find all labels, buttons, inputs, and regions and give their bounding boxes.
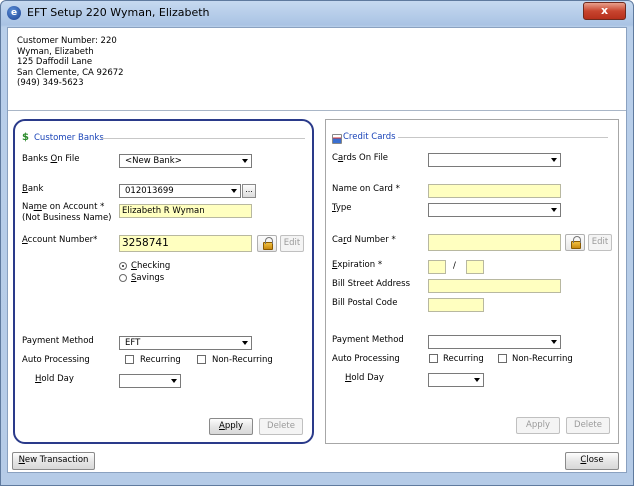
card-type-label: Type bbox=[332, 203, 352, 213]
credit-cards-panel: Credit Cards Cards On File Name on Card … bbox=[325, 119, 619, 444]
new-transaction-button[interactable]: New Transaction bbox=[12, 452, 95, 470]
credit-card-icon bbox=[332, 134, 342, 144]
card-payment-method-select[interactable] bbox=[428, 335, 561, 349]
close-button[interactable]: Close bbox=[565, 452, 619, 470]
cards-on-file-select[interactable] bbox=[428, 153, 561, 167]
title-bar[interactable]: e EFT Setup 220 Wyman, Elizabeth x bbox=[1, 1, 633, 25]
name-on-account-label: Name on Account * bbox=[22, 202, 105, 212]
lock-icon bbox=[263, 237, 273, 250]
unlock-card-button[interactable] bbox=[565, 234, 585, 251]
customer-banks-title: Customer Banks bbox=[34, 133, 104, 143]
savings-label: Savings bbox=[131, 273, 165, 283]
apply-bank-button[interactable]: Apply bbox=[209, 418, 253, 435]
customer-phone: (949) 349-5623 bbox=[17, 78, 84, 88]
card-number-label: Card Number * bbox=[332, 235, 396, 245]
card-hold-day-select[interactable] bbox=[428, 373, 484, 387]
group-divider bbox=[101, 138, 305, 139]
card-non-recurring-label: Non-Recurring bbox=[512, 354, 573, 364]
apply-card-button[interactable]: Apply bbox=[516, 417, 560, 434]
expiration-separator: / bbox=[453, 261, 456, 271]
credit-cards-title: Credit Cards bbox=[343, 132, 396, 142]
edit-account-button[interactable]: Edit bbox=[280, 235, 304, 252]
app-icon: e bbox=[7, 6, 21, 20]
customer-banks-panel: $ Customer Banks Banks On File <New Bank… bbox=[13, 119, 314, 444]
chevron-down-icon bbox=[551, 340, 557, 344]
card-recurring-checkbox[interactable] bbox=[429, 354, 438, 363]
name-on-account-input[interactable]: Elizabeth R Wyman bbox=[119, 204, 252, 218]
name-on-card-input[interactable] bbox=[428, 184, 561, 198]
bank-select[interactable]: 012013699 bbox=[119, 184, 241, 198]
hold-day-select[interactable] bbox=[119, 374, 181, 388]
savings-radio[interactable] bbox=[119, 274, 127, 282]
customer-number: Customer Number: 220 bbox=[17, 36, 117, 46]
eft-setup-window: e EFT Setup 220 Wyman, Elizabeth x Custo… bbox=[0, 0, 634, 486]
dialog-body: Customer Number: 220 Wyman, Elizabeth 12… bbox=[7, 27, 627, 473]
close-window-button[interactable]: x bbox=[583, 2, 626, 20]
bill-postal-input[interactable] bbox=[428, 298, 484, 312]
card-recurring-label: Recurring bbox=[443, 354, 484, 364]
dollar-icon: $ bbox=[22, 132, 29, 143]
card-hold-day-label: Hold Day bbox=[345, 373, 384, 383]
name-on-account-sublabel: (Not Business Name) bbox=[22, 213, 112, 223]
recurring-checkbox[interactable] bbox=[125, 355, 134, 364]
expiration-year-input[interactable] bbox=[466, 260, 484, 274]
bill-street-input[interactable] bbox=[428, 279, 561, 293]
customer-street: 125 Daffodil Lane bbox=[17, 57, 93, 67]
recurring-label: Recurring bbox=[140, 355, 181, 365]
card-payment-method-label: Payment Method bbox=[332, 335, 404, 345]
card-number-input[interactable] bbox=[428, 234, 561, 251]
checking-label: Checking bbox=[131, 261, 171, 271]
banks-on-file-select[interactable]: <New Bank> bbox=[119, 154, 252, 168]
name-on-card-label: Name on Card * bbox=[332, 184, 400, 194]
non-recurring-label: Non-Recurring bbox=[212, 355, 273, 365]
window-title: EFT Setup 220 Wyman, Elizabeth bbox=[27, 6, 210, 19]
non-recurring-checkbox[interactable] bbox=[197, 355, 206, 364]
chevron-down-icon bbox=[242, 341, 248, 345]
card-type-select[interactable] bbox=[428, 203, 561, 217]
banks-on-file-label: Banks On File bbox=[22, 154, 80, 164]
bank-lookup-button[interactable]: ... bbox=[242, 184, 256, 198]
edit-card-button[interactable]: Edit bbox=[588, 234, 612, 251]
delete-bank-button[interactable]: Delete bbox=[259, 418, 303, 435]
bank-label: Bank bbox=[22, 184, 44, 194]
bill-street-label: Bill Street Address bbox=[332, 279, 410, 289]
cards-on-file-label: Cards On File bbox=[332, 153, 389, 163]
chevron-down-icon bbox=[551, 208, 557, 212]
account-number-label: Account Number* bbox=[22, 235, 98, 245]
header-divider bbox=[8, 110, 626, 111]
chevron-down-icon bbox=[242, 159, 248, 163]
card-auto-processing-label: Auto Processing bbox=[332, 354, 400, 364]
auto-processing-label: Auto Processing bbox=[22, 355, 90, 365]
chevron-down-icon bbox=[171, 379, 177, 383]
unlock-account-button[interactable] bbox=[257, 235, 277, 252]
payment-method-select[interactable]: EFT bbox=[119, 336, 252, 350]
account-number-input[interactable]: 3258741 bbox=[119, 235, 252, 252]
customer-city: San Clemente, CA 92672 bbox=[17, 67, 124, 78]
delete-card-button[interactable]: Delete bbox=[566, 417, 610, 434]
bill-postal-label: Bill Postal Code bbox=[332, 298, 398, 308]
expiration-label: Expiration * bbox=[332, 260, 383, 270]
customer-name: Wyman, Elizabeth bbox=[17, 46, 94, 57]
checking-radio[interactable] bbox=[119, 262, 127, 270]
card-non-recurring-checkbox[interactable] bbox=[498, 354, 507, 363]
customer-info: Customer Number: 220 Wyman, Elizabeth 12… bbox=[17, 36, 124, 89]
chevron-down-icon bbox=[474, 378, 480, 382]
hold-day-label: Hold Day bbox=[35, 374, 74, 384]
group-divider bbox=[398, 137, 608, 138]
chevron-down-icon bbox=[231, 189, 237, 193]
expiration-month-input[interactable] bbox=[428, 260, 446, 274]
lock-icon bbox=[571, 236, 581, 249]
chevron-down-icon bbox=[551, 158, 557, 162]
payment-method-label: Payment Method bbox=[22, 336, 94, 346]
